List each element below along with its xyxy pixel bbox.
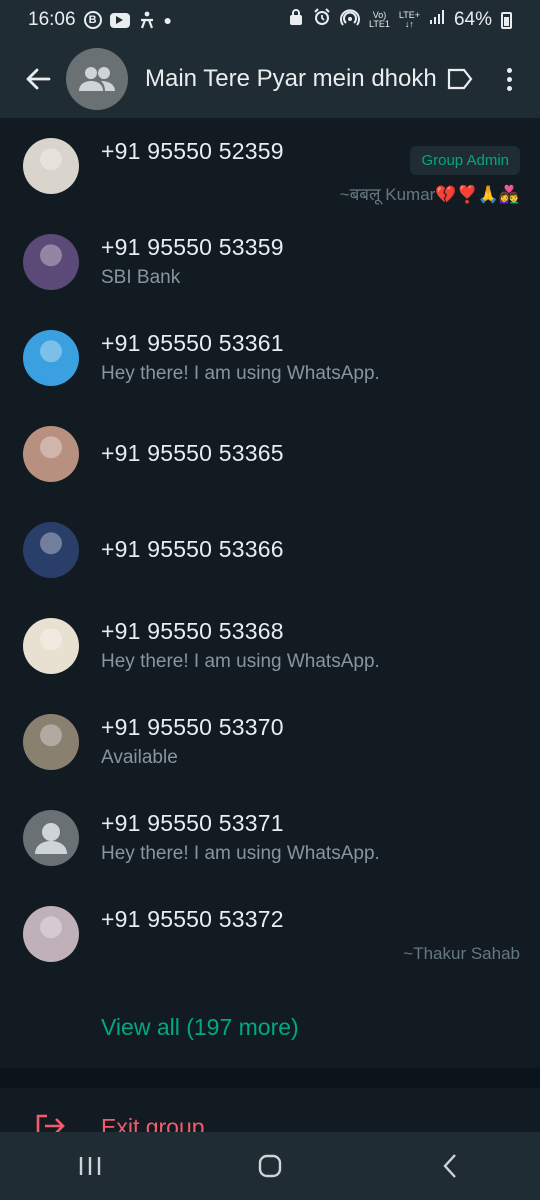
member-about: SBI Bank bbox=[101, 267, 181, 288]
exit-group-button[interactable]: Exit group bbox=[0, 1088, 540, 1132]
app-bar: Main Tere Pyar mein dhokh bbox=[0, 40, 540, 118]
member-text: +91 95550 53359 SBI Bank bbox=[101, 234, 520, 289]
home-icon bbox=[258, 1154, 282, 1178]
member-phone: +91 95550 53366 bbox=[101, 536, 284, 562]
member-avatar[interactable] bbox=[23, 810, 79, 866]
member-row[interactable]: +91 95550 53361 Hey there! I am using Wha… bbox=[0, 310, 540, 406]
system-nav-bar bbox=[0, 1132, 540, 1200]
member-avatar[interactable] bbox=[23, 330, 79, 386]
battery-percent: 64% bbox=[453, 9, 492, 30]
member-avatar[interactable] bbox=[23, 426, 79, 482]
member-phone: +91 95550 53359 bbox=[101, 234, 284, 260]
lte-indicator: LTE+ ↓↑ bbox=[399, 11, 420, 29]
member-about: Hey there! I am using WhatsApp. bbox=[101, 843, 380, 864]
recents-icon bbox=[79, 1157, 101, 1175]
dot bbox=[506, 85, 512, 91]
signal-icon bbox=[429, 9, 445, 31]
member-phone: +91 95550 53365 bbox=[101, 440, 284, 466]
hotspot-icon bbox=[340, 8, 360, 32]
exit-icon bbox=[35, 1114, 65, 1132]
group-avatar[interactable] bbox=[66, 48, 128, 110]
member-avatar[interactable] bbox=[23, 234, 79, 290]
member-text: +91 95550 53361 Hey there! I am using Wha… bbox=[101, 330, 520, 385]
member-about: Hey there! I am using WhatsApp. bbox=[101, 363, 380, 384]
member-text: +91 95550 53366 bbox=[101, 536, 520, 563]
chevron-left-icon bbox=[443, 1154, 456, 1178]
member-text: +91 95550 53371 Hey there! I am using Wha… bbox=[101, 810, 520, 865]
member-text: +91 95550 53368 Hey there! I am using Wha… bbox=[101, 618, 520, 673]
member-avatar[interactable] bbox=[23, 138, 79, 194]
dot bbox=[506, 76, 512, 82]
member-phone: +91 95550 53361 bbox=[101, 330, 284, 356]
member-avatar[interactable] bbox=[23, 906, 79, 962]
volte-bottom: LTE1 bbox=[369, 19, 390, 29]
member-avatar[interactable] bbox=[23, 714, 79, 770]
members-list: +91 95550 52359 Group Admin ~बबलू Kumar💔❣️… bbox=[0, 118, 540, 982]
recent-apps-button[interactable] bbox=[45, 1136, 135, 1196]
member-phone: +91 95550 53372 bbox=[101, 906, 284, 932]
member-row[interactable]: +91 95550 53365 bbox=[0, 406, 540, 502]
dot-icon: ● bbox=[163, 12, 173, 28]
exit-group-label: Exit group bbox=[101, 1114, 205, 1132]
member-phone: +91 95550 53371 bbox=[101, 810, 284, 836]
back-button[interactable] bbox=[6, 47, 70, 111]
group-admin-badge: Group Admin bbox=[410, 146, 520, 175]
volte-indicator: Vo) LTE1 bbox=[369, 11, 390, 29]
lock-icon bbox=[288, 8, 304, 32]
youtube-icon bbox=[109, 12, 130, 28]
member-about: Available bbox=[101, 747, 178, 768]
view-all-button[interactable]: View all (197 more) bbox=[101, 1014, 299, 1041]
member-avatar[interactable] bbox=[23, 522, 79, 578]
member-text: +91 95550 53365 bbox=[101, 440, 520, 467]
section-divider bbox=[0, 1068, 540, 1088]
member-row[interactable]: +91 95550 53366 bbox=[0, 502, 540, 598]
status-left: 16:06 B ● bbox=[28, 9, 172, 31]
b-icon: B bbox=[83, 11, 102, 29]
member-row[interactable]: +91 95550 53359 SBI Bank bbox=[0, 214, 540, 310]
member-row[interactable]: +91 95550 52359 Group Admin ~बबलू Kumar💔❣️… bbox=[0, 118, 540, 214]
member-about: Hey there! I am using WhatsApp. bbox=[101, 651, 380, 672]
alarm-icon bbox=[313, 8, 331, 32]
label-icon bbox=[447, 68, 477, 90]
status-right: Vo) LTE1 LTE+ ↓↑ 64% bbox=[288, 8, 512, 32]
member-phone: +91 95550 53368 bbox=[101, 618, 284, 644]
battery-icon bbox=[501, 11, 512, 29]
member-row[interactable]: +91 95550 53368 Hey there! I am using Wha… bbox=[0, 598, 540, 694]
member-avatar[interactable] bbox=[23, 618, 79, 674]
lte-bottom: ↓↑ bbox=[404, 19, 414, 29]
home-button[interactable] bbox=[225, 1136, 315, 1196]
member-row[interactable]: +91 95550 53370 Available bbox=[0, 694, 540, 790]
member-pushname: ~Thakur Sahab bbox=[403, 944, 520, 963]
member-pushname: ~बबलू Kumar💔❣️🙏👩‍❤️‍👨 bbox=[339, 185, 520, 204]
arrow-left-icon bbox=[26, 68, 51, 90]
dot bbox=[506, 67, 512, 73]
more-options-button[interactable] bbox=[494, 54, 524, 104]
member-phone: +91 95550 53370 bbox=[101, 714, 284, 740]
status-time: 16:06 bbox=[28, 9, 76, 30]
group-icon bbox=[79, 67, 115, 91]
status-bar: 16:06 B ● Vo) LTE1 LTE+ ↓↑ 64% bbox=[0, 0, 540, 40]
back-nav-button[interactable] bbox=[405, 1136, 495, 1196]
member-text: +91 95550 53372 bbox=[101, 906, 520, 933]
member-row[interactable]: +91 95550 53372 ~Thakur Sahab bbox=[0, 886, 540, 982]
member-text: +91 95550 53370 Available bbox=[101, 714, 520, 769]
fitness-icon bbox=[138, 11, 156, 29]
group-title[interactable]: Main Tere Pyar mein dhokh bbox=[145, 65, 445, 93]
member-row[interactable]: +91 95550 53371 Hey there! I am using Wha… bbox=[0, 790, 540, 886]
